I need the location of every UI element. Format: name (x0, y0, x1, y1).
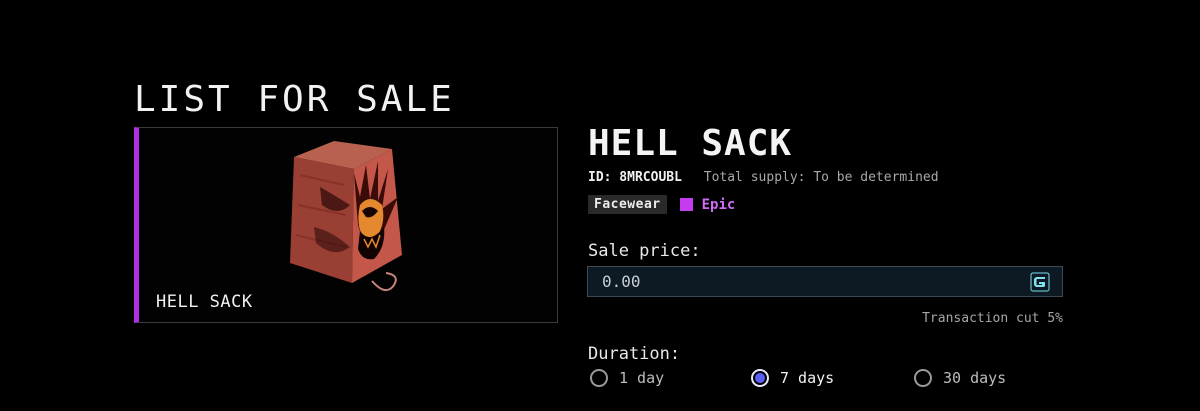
rarity-label: Epic (701, 196, 736, 213)
duration-option-label: 7 days (780, 369, 835, 387)
item-id: ID: 8MRCOUBL (588, 170, 682, 185)
sale-price-label: Sale price: (588, 241, 701, 261)
rarity-square-icon (679, 198, 693, 211)
item-title: HELL SACK (588, 123, 793, 164)
total-supply: Total supply: To be determined (703, 170, 939, 185)
duration-option-label: 1 day (619, 369, 665, 387)
duration-option-7-days[interactable]: 7 days (751, 369, 834, 387)
card-item-name: HELL SACK (156, 292, 253, 312)
item-preview-card: HELL SACK (134, 127, 558, 323)
transaction-cut: Transaction cut 5% (922, 311, 1063, 326)
duration-option-30-days[interactable]: 30 days (914, 369, 1006, 387)
currency-g-icon (1030, 272, 1050, 292)
sale-price-field[interactable] (587, 266, 1063, 297)
page-title: LIST FOR SALE (134, 79, 455, 120)
sale-price-input[interactable] (602, 267, 1022, 296)
hell-sack-mask-image (290, 141, 402, 292)
duration-option-label: 30 days (943, 369, 1007, 387)
radio-selected-icon[interactable] (751, 369, 769, 387)
duration-option-1-day[interactable]: 1 day (590, 369, 664, 387)
item-meta: ID: 8MRCOUBL Total supply: To be determi… (588, 170, 939, 185)
item-type-badge: Facewear (588, 195, 667, 214)
radio-circle-icon[interactable] (914, 369, 932, 387)
duration-label: Duration: (588, 344, 681, 364)
radio-circle-icon[interactable] (590, 369, 608, 387)
item-tags: Facewear Epic (588, 195, 735, 214)
